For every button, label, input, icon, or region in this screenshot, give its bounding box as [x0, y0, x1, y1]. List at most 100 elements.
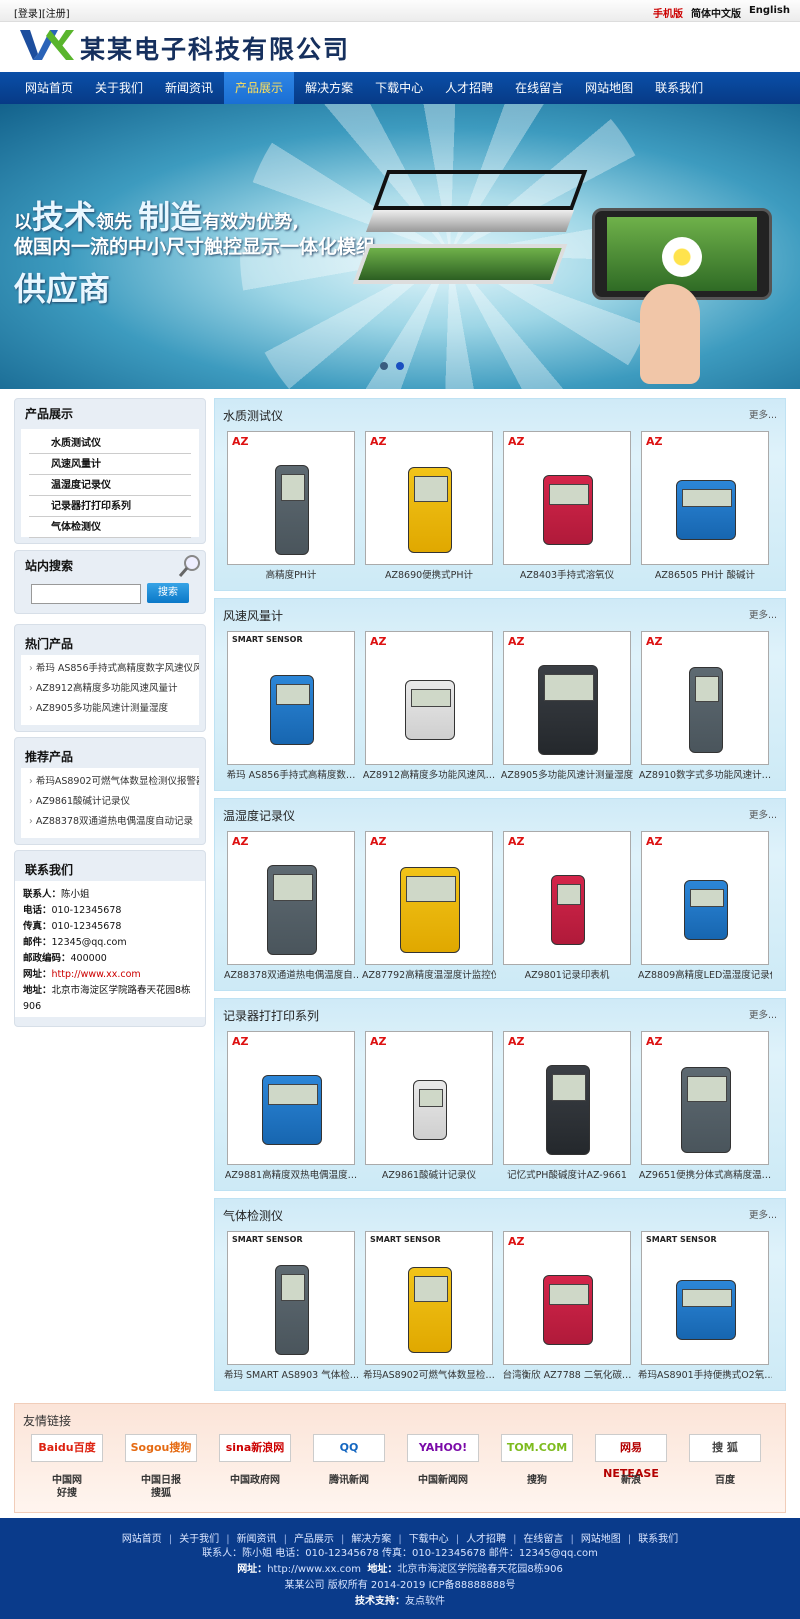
product-image[interactable]: AZ [365, 1031, 493, 1165]
footer-nav-item[interactable]: 下载中心 [409, 1534, 449, 1545]
friend-link-logo[interactable]: TOM.COM [501, 1434, 573, 1462]
lang-cn-link[interactable]: 简体中文版 [691, 5, 741, 20]
friend-link-label[interactable]: 百度 [689, 1471, 761, 1486]
banner-dot-active[interactable] [396, 362, 404, 370]
nav-item[interactable]: 解决方案 [294, 72, 364, 104]
product-name[interactable]: AZ8905多功能风速计测量湿度 [500, 767, 634, 781]
lang-en-link[interactable]: English [749, 5, 790, 20]
rec-product-item[interactable]: 希玛AS8902可燃气体数显检测仪报警器 [21, 772, 199, 792]
nav-item[interactable]: 联系我们 [644, 72, 714, 104]
product-image[interactable]: AZ [641, 631, 769, 765]
footer-nav-item[interactable]: 新闻资讯 [237, 1534, 277, 1545]
login-link[interactable]: [登录] [14, 9, 42, 20]
hot-product-item[interactable]: AZ8912高精度多功能风速风量计 [21, 679, 199, 699]
product-image[interactable]: AZ [365, 831, 493, 965]
nav-item[interactable]: 下载中心 [364, 72, 434, 104]
product-name[interactable]: 希玛 SMART AS8903 气体检… [224, 1367, 358, 1381]
product-image[interactable]: AZ [503, 631, 631, 765]
product-name[interactable]: AZ88378双通道热电偶温度自… [224, 967, 358, 981]
product-image[interactable]: AZ [503, 431, 631, 565]
friend-link-logo[interactable]: Sogou搜狗 [125, 1434, 197, 1462]
product-name[interactable]: AZ8809高精度LED温湿度记录仪 [638, 967, 772, 981]
product-image[interactable]: AZ [227, 1031, 355, 1165]
product-name[interactable]: AZ9861酸碱计记录仪 [362, 1167, 496, 1181]
product-image[interactable]: AZ [503, 1231, 631, 1365]
banner-dot[interactable] [380, 362, 388, 370]
product-image[interactable]: SMART SENSOR [641, 1231, 769, 1365]
company-logo-icon[interactable] [20, 28, 74, 62]
product-image[interactable]: AZ [227, 431, 355, 565]
product-image[interactable]: SMART SENSOR [227, 1231, 355, 1365]
product-name[interactable]: AZ86505 PH计 酸碱计 [638, 567, 772, 581]
product-name[interactable]: 希玛 AS856手持式高精度数… [224, 767, 358, 781]
product-name[interactable]: AZ9881高精度双热电偶温度… [224, 1167, 358, 1181]
section-title[interactable]: 水质测试仪 [223, 407, 283, 424]
category-item[interactable]: 风速风量计 [29, 454, 191, 475]
nav-item[interactable]: 产品展示 [224, 72, 295, 104]
friend-link-logo[interactable]: Baidu百度 [31, 1434, 103, 1462]
friend-link-label[interactable]: 中国新闻网 [407, 1471, 479, 1486]
section-title[interactable]: 温湿度记录仪 [223, 807, 295, 824]
more-link[interactable]: 更多... [749, 607, 777, 621]
nav-item[interactable]: 网站首页 [14, 72, 84, 104]
product-name[interactable]: AZ8910数字式多功能风速计… [638, 767, 772, 781]
product-name[interactable]: AZ8912高精度多功能风速风… [362, 767, 496, 781]
product-image[interactable]: SMART SENSOR [227, 631, 355, 765]
search-input[interactable] [31, 584, 141, 604]
product-image[interactable]: SMART SENSOR [365, 1231, 493, 1365]
section-title[interactable]: 记录器打打印系列 [223, 1007, 319, 1024]
product-image[interactable]: AZ [641, 1031, 769, 1165]
footer-nav-item[interactable]: 产品展示 [294, 1534, 334, 1545]
search-button[interactable]: 搜索 [147, 583, 189, 603]
rec-product-item[interactable]: AZ9861酸碱计记录仪 [21, 792, 199, 812]
contact-value[interactable]: http://www.xx.com [52, 969, 141, 980]
friend-link-label[interactable]: 好搜 [31, 1484, 103, 1499]
product-name[interactable]: AZ87792高精度温湿度计监控仪 [362, 967, 496, 981]
hot-product-item[interactable]: AZ8905多功能风速计测量湿度 [21, 699, 199, 719]
product-name[interactable]: AZ8690便携式PH计 [362, 567, 496, 581]
friend-link-label[interactable]: 搜狗 [501, 1471, 573, 1486]
product-name[interactable]: AZ8403手持式溶氧仪 [500, 567, 634, 581]
nav-item[interactable]: 关于我们 [84, 72, 154, 104]
product-image[interactable]: AZ [503, 831, 631, 965]
nav-item[interactable]: 新闻资讯 [154, 72, 224, 104]
friend-link-logo[interactable]: 搜 狐 [689, 1434, 761, 1462]
product-name[interactable]: 记忆式PH酸碱度计AZ-9661 [500, 1167, 634, 1181]
product-image[interactable]: AZ [365, 631, 493, 765]
product-image[interactable]: AZ [641, 831, 769, 965]
more-link[interactable]: 更多... [749, 407, 777, 421]
friend-link-logo[interactable]: 网易 NETEASE [595, 1434, 667, 1480]
product-image[interactable]: AZ [227, 831, 355, 965]
product-name[interactable]: 高精度PH计 [224, 567, 358, 581]
support-link[interactable]: 友点软件 [405, 1596, 445, 1607]
friend-link-label[interactable]: 腾讯新闻 [313, 1471, 385, 1486]
category-item[interactable]: 记录器打打印系列 [29, 496, 191, 517]
product-name[interactable]: AZ9651便携分体式高精度温… [638, 1167, 772, 1181]
hot-product-item[interactable]: 希玛 AS856手持式高精度数字风速仪风速 [21, 659, 199, 679]
friend-link-logo[interactable]: QQ [313, 1434, 385, 1462]
hero-banner[interactable]: 以技术领先 制造有效为优势, 做国内一流的中小尺寸触控显示一体化模组 供应商 [0, 104, 800, 389]
footer-nav-item[interactable]: 关于我们 [179, 1534, 219, 1545]
section-title[interactable]: 风速风量计 [223, 607, 283, 624]
category-item[interactable]: 水质测试仪 [29, 433, 191, 454]
friend-link-logo[interactable]: sina新浪网 [219, 1434, 291, 1462]
register-link[interactable]: [注册] [42, 9, 70, 20]
footer-nav-item[interactable]: 网站地图 [581, 1534, 621, 1545]
footer-nav-item[interactable]: 联系我们 [638, 1534, 678, 1545]
product-name[interactable]: 希玛AS8902可燃气体数显检… [362, 1367, 496, 1381]
rec-product-item[interactable]: AZ88378双通道热电偶温度自动记录 [21, 812, 199, 832]
product-image[interactable]: AZ [365, 431, 493, 565]
footer-nav-item[interactable]: 在线留言 [523, 1534, 563, 1545]
nav-item[interactable]: 在线留言 [504, 72, 574, 104]
product-name[interactable]: AZ9801记录印表机 [500, 967, 634, 981]
footer-nav-item[interactable]: 网站首页 [122, 1534, 162, 1545]
more-link[interactable]: 更多... [749, 1007, 777, 1021]
friend-link-logo[interactable]: YAHOO! [407, 1434, 479, 1462]
nav-item[interactable]: 网站地图 [574, 72, 644, 104]
category-item[interactable]: 气体检测仪 [29, 517, 191, 538]
footer-nav-item[interactable]: 解决方案 [351, 1534, 391, 1545]
nav-item[interactable]: 人才招聘 [434, 72, 504, 104]
footer-web-link[interactable]: http://www.xx.com [267, 1564, 361, 1575]
friend-link-label[interactable]: 中国政府网 [219, 1471, 291, 1486]
more-link[interactable]: 更多... [749, 1207, 777, 1221]
